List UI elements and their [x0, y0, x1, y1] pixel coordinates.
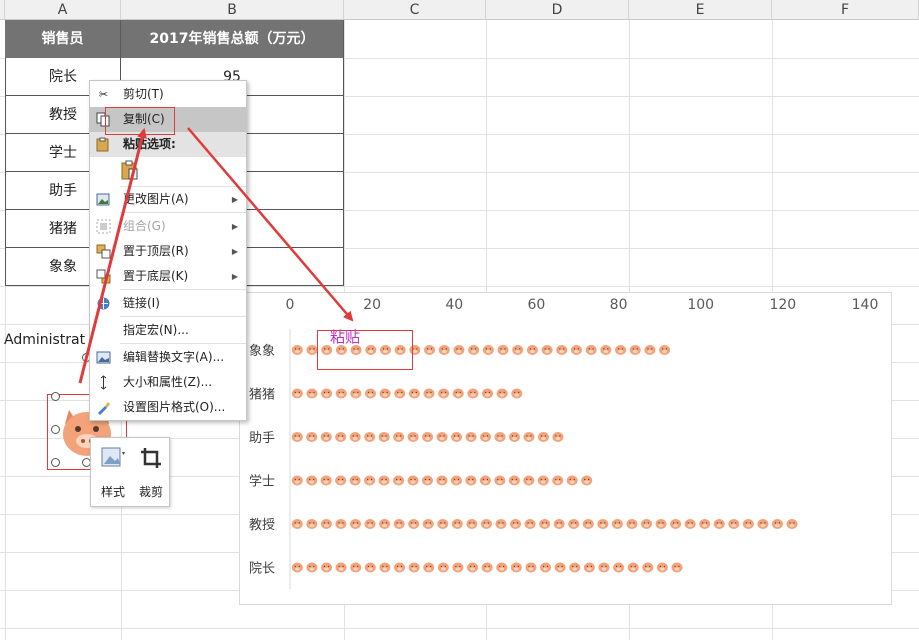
copy-highlight-box: [105, 107, 175, 135]
submenu-arrow-icon: ▶: [231, 272, 238, 281]
alt-text-icon: [96, 350, 111, 365]
x-tick-label: 0: [286, 297, 295, 313]
menu-item-label: 更改图片(A): [123, 192, 189, 206]
column-header-a[interactable]: A: [5, 0, 121, 20]
menu-item-bring-to-front[interactable]: 置于顶层(R) ▶: [90, 239, 246, 264]
menu-separator: [120, 212, 246, 213]
menu-item-assign-macro[interactable]: 指定宏(N)...: [90, 318, 246, 343]
menu-item-label: 组合(G): [123, 219, 166, 233]
x-tick-label: 60: [528, 297, 546, 313]
bar-3[interactable]: [291, 432, 564, 442]
menu-item-label: 粘贴选项:: [123, 137, 176, 151]
bar-5[interactable]: [291, 519, 798, 529]
crop-button[interactable]: 裁剪: [133, 444, 169, 502]
category-label: 助手: [249, 431, 275, 446]
category-label: 象象: [249, 344, 275, 359]
menu-item-group[interactable]: 组合(G) ▶: [90, 214, 246, 239]
column-header-c[interactable]: C: [344, 0, 486, 20]
menu-item-edit-alt-text[interactable]: 编辑替换文字(A)...: [90, 345, 246, 370]
category-label: 学士: [249, 474, 275, 490]
x-tick-label: 20: [363, 297, 381, 313]
resize-handle[interactable]: [51, 425, 60, 434]
size-icon: [96, 375, 111, 390]
column-header-e[interactable]: E: [629, 0, 772, 20]
resize-handle[interactable]: [51, 458, 60, 467]
group-icon: [96, 219, 111, 234]
submenu-arrow-icon: ▶: [231, 222, 238, 231]
x-tick-label: 40: [445, 297, 463, 313]
menu-separator: [120, 316, 246, 317]
style-label: 样式: [100, 485, 125, 499]
paste-icon: [96, 137, 111, 152]
menu-separator: [120, 343, 246, 344]
x-tick-label: 140: [852, 297, 879, 313]
paste-annotation-label: 粘贴: [330, 328, 361, 346]
cell-text-administrator[interactable]: Administrat: [4, 332, 85, 348]
x-tick-label: 120: [769, 297, 796, 313]
paste-clipboard-icon: [121, 160, 139, 189]
submenu-arrow-icon: ▶: [231, 247, 238, 256]
menu-item-label: 编辑替换文字(A)...: [123, 350, 225, 364]
column-header-d[interactable]: D: [486, 0, 629, 20]
menu-item-link[interactable]: 链接(I): [90, 291, 246, 316]
submenu-arrow-icon: ▶: [231, 195, 238, 204]
menu-item-size-properties[interactable]: 大小和属性(Z)...: [90, 370, 246, 395]
menu-item-format-picture[interactable]: 设置图片格式(O)...: [90, 395, 246, 420]
resize-handle[interactable]: [51, 392, 60, 401]
menu-item-cut[interactable]: ✂ 剪切(T): [90, 82, 246, 107]
mini-toolbar: 样式 裁剪: [90, 437, 170, 507]
bring-front-icon: [96, 244, 111, 259]
table-header-sales-total[interactable]: 2017年销售总额（万元）: [121, 20, 344, 58]
link-icon: [96, 296, 111, 311]
column-header-b[interactable]: B: [121, 0, 344, 20]
crop-label: 裁剪: [138, 485, 163, 499]
menu-item-label: 置于底层(K): [123, 269, 189, 283]
picture-style-icon: [101, 447, 125, 467]
scissors-icon: ✂: [98, 88, 109, 101]
category-label: 院长: [249, 562, 275, 577]
x-tick-label: 100: [687, 297, 714, 313]
bar-6[interactable]: [291, 562, 683, 573]
menu-item-label: 指定宏(N)...: [123, 323, 189, 337]
menu-item-send-to-back[interactable]: 置于底层(K) ▶: [90, 264, 246, 289]
table-header-salesperson[interactable]: 销售员: [5, 20, 121, 58]
bar-2[interactable]: [291, 388, 523, 399]
style-button[interactable]: 样式: [95, 444, 131, 502]
category-label: 猪猪: [249, 388, 275, 403]
send-back-icon: [96, 269, 111, 284]
category-label: 教授: [249, 517, 275, 533]
crop-icon: [141, 448, 161, 468]
menu-separator: [120, 289, 246, 290]
menu-item-label: 大小和属性(Z)...: [123, 375, 213, 389]
x-tick-label: 80: [610, 297, 628, 313]
menu-item-paste-options: 粘贴选项:: [90, 132, 246, 157]
gridline: [0, 628, 919, 629]
paste-option-keep-format[interactable]: [90, 157, 246, 185]
column-header-f[interactable]: F: [772, 0, 919, 20]
menu-item-label: 剪切(T): [123, 87, 164, 101]
menu-item-label: 链接(I): [123, 296, 160, 310]
format-picture-icon: [96, 400, 111, 415]
change-picture-icon: [96, 192, 111, 207]
menu-item-change-picture[interactable]: 更改图片(A) ▶: [90, 187, 246, 212]
bar-4[interactable]: [291, 475, 593, 486]
menu-item-label: 设置图片格式(O)...: [123, 400, 226, 414]
menu-item-label: 置于顶层(R): [123, 244, 189, 258]
